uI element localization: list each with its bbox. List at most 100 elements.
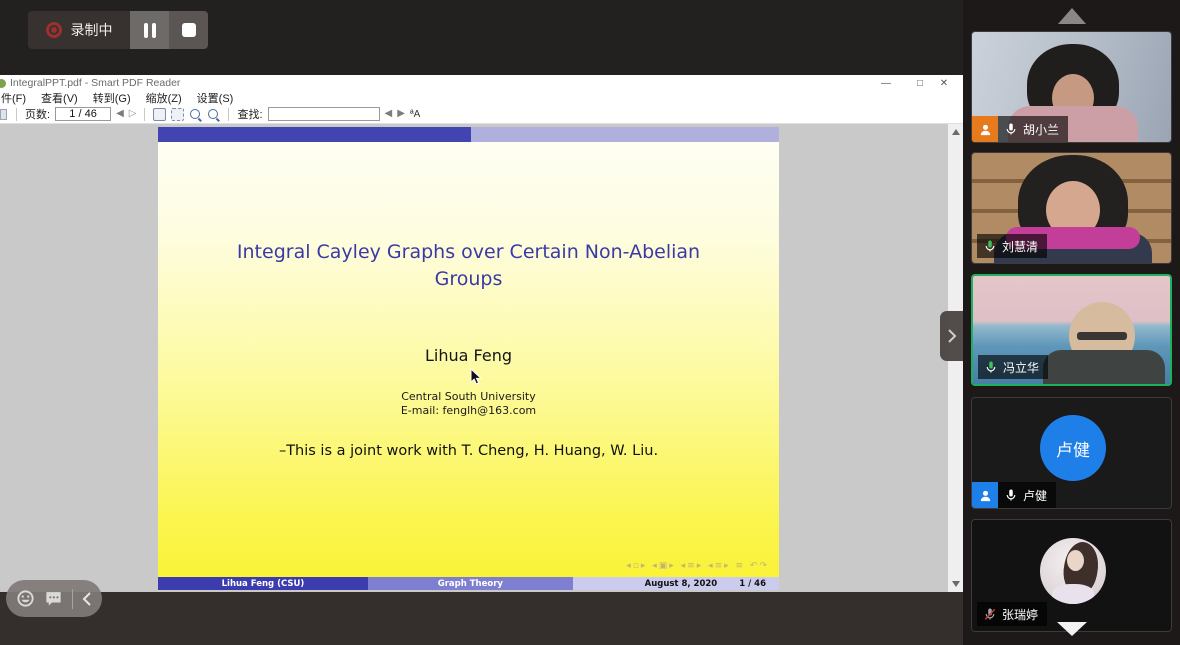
pdf-content-area: Integral Cayley Graphs over Certain Non-… — [0, 124, 963, 592]
participant-name: 张瑞婷 — [1002, 606, 1038, 623]
slide-footer-page: 1 / 46 — [739, 579, 766, 589]
chat-icon[interactable] — [44, 589, 63, 608]
pdf-reader-window: IntegralPPT.pdf - Smart PDF Reader — □ ✕… — [0, 75, 963, 592]
previous-page-icon[interactable]: ◀ — [116, 109, 124, 119]
participant-nameplate: 胡小兰 — [972, 116, 1068, 142]
scroll-up-icon[interactable] — [952, 129, 960, 135]
slide-email: E-mail: fenglh@163.com — [158, 404, 779, 417]
pill-divider — [72, 589, 73, 609]
app-icon — [0, 79, 6, 88]
pdf-toolbar: 页数: ◀ ▷ 查找: ◀ ▶ ªA — [0, 105, 963, 124]
mouse-cursor — [470, 368, 483, 386]
participant-nameplate: 张瑞婷 — [977, 602, 1047, 626]
find-previous-icon[interactable]: ◀ — [385, 109, 393, 119]
menu-file[interactable]: 件(F) — [1, 90, 26, 106]
meeting-app-window: 录制中 IntegralPPT.pdf - Smart PDF Reader —… — [0, 0, 1180, 645]
mic-muted-icon — [983, 607, 997, 621]
participants-sidebar: 胡小兰 刘慧清 — [963, 0, 1180, 645]
match-case-icon[interactable]: ªA — [410, 109, 420, 120]
toolbar-separator — [228, 108, 229, 121]
zoom-out-icon[interactable] — [189, 108, 202, 121]
participant-name: 刘慧清 — [1002, 238, 1038, 255]
pause-icon — [144, 23, 156, 38]
pdf-window-title: IntegralPPT.pdf - Smart PDF Reader — [10, 77, 180, 89]
slide-header-right-segment — [471, 127, 779, 142]
scroll-participants-down-icon[interactable] — [1057, 622, 1087, 636]
host-badge-icon — [972, 116, 998, 142]
slide-title-line1: Integral Cayley Graphs over Certain Non-… — [158, 239, 779, 266]
page-count-label: 页数: — [25, 106, 50, 122]
clipped-toolbar-icon[interactable] — [0, 109, 7, 120]
beamer-navigation-symbols[interactable]: ◂▫▸ ◂▣▸ ◂≡▸ ◂≡▸ ≡ ↶↷ — [626, 561, 769, 571]
recording-status-label: 录制中 — [71, 20, 113, 40]
mic-icon — [1004, 122, 1018, 136]
avatar-face — [1067, 550, 1084, 571]
participant-nameplate: 冯立华 — [978, 355, 1048, 379]
user-badge-icon — [972, 482, 998, 508]
find-input[interactable] — [268, 107, 380, 121]
find-next-icon[interactable]: ▶ — [397, 109, 405, 119]
chevron-right-icon — [946, 328, 958, 344]
find-label: 查找: — [237, 106, 262, 122]
record-icon — [46, 22, 62, 38]
avatar: 卢健 — [1040, 415, 1106, 481]
collapse-pill-icon[interactable] — [82, 591, 92, 607]
pdf-titlebar[interactable]: IntegralPPT.pdf - Smart PDF Reader — □ ✕ — [0, 75, 963, 91]
scroll-down-icon[interactable] — [952, 581, 960, 587]
menu-zoom[interactable]: 缩放(Z) — [146, 90, 182, 106]
mic-active-icon — [983, 239, 997, 253]
menu-settings[interactable]: 设置(S) — [197, 90, 234, 106]
participant-name: 冯立华 — [1003, 359, 1039, 376]
mic-icon — [1004, 488, 1018, 502]
page-number-input[interactable] — [55, 107, 111, 121]
avatar-dress — [1052, 584, 1094, 604]
participant-nameplate: 刘慧清 — [977, 234, 1047, 258]
participant-tile-2[interactable]: 刘慧清 — [971, 152, 1172, 264]
slide-title: Integral Cayley Graphs over Certain Non-… — [158, 239, 779, 293]
menu-goto[interactable]: 转到(G) — [93, 90, 131, 106]
participant-tile-3-active-speaker[interactable]: 冯立华 — [971, 274, 1172, 386]
shared-screen-area: 录制中 IntegralPPT.pdf - Smart PDF Reader —… — [0, 0, 963, 645]
pdf-menubar: 件(F) 查看(V) 转到(G) 缩放(Z) 设置(S) — [0, 91, 963, 105]
menu-view[interactable]: 查看(V) — [41, 90, 78, 106]
participant-name: 卢健 — [1023, 487, 1047, 504]
slide-affiliation: Central South University — [158, 390, 779, 403]
slide-title-line2: Groups — [158, 266, 779, 293]
fit-width-icon[interactable] — [153, 108, 166, 121]
participant-tile-1[interactable]: 胡小兰 — [971, 31, 1172, 143]
slide-header-left-segment — [158, 127, 471, 142]
participant-tile-5[interactable]: 张瑞婷 — [971, 519, 1172, 632]
sidebar-collapse-handle[interactable] — [940, 311, 963, 361]
participant-nameplate: 卢健 — [972, 482, 1056, 508]
emoji-icon[interactable] — [16, 589, 35, 608]
stop-icon — [182, 23, 196, 37]
slide-author: Lihua Feng — [158, 346, 779, 365]
recording-controls: 录制中 — [28, 11, 208, 49]
slide-footer-bar: Lihua Feng (CSU) Graph Theory August 8, … — [158, 577, 779, 590]
minimize-button[interactable]: — — [871, 75, 901, 91]
recording-indicator: 录制中 — [28, 11, 130, 49]
participant-name: 胡小兰 — [1023, 121, 1059, 138]
avatar-photo — [1040, 538, 1106, 604]
stop-recording-button[interactable] — [169, 11, 208, 49]
slide-header-bar — [158, 127, 779, 142]
slide-footer-right: August 8, 2020 1 / 46 — [573, 577, 779, 590]
pause-recording-button[interactable] — [130, 11, 169, 49]
fit-page-icon[interactable] — [171, 108, 184, 121]
toolbar-separator — [16, 108, 17, 121]
reaction-toolbar — [6, 580, 102, 617]
slide-page: Integral Cayley Graphs over Certain Non-… — [158, 127, 779, 590]
mic-active-icon — [984, 360, 998, 374]
scroll-participants-up-icon[interactable] — [1058, 8, 1086, 24]
next-page-icon[interactable]: ▷ — [129, 109, 137, 119]
slide-footer-topic: Graph Theory — [368, 577, 573, 590]
slide-footer-author: Lihua Feng (CSU) — [158, 577, 368, 590]
zoom-in-icon[interactable] — [207, 108, 220, 121]
close-button[interactable]: ✕ — [929, 75, 959, 91]
silhouette-glasses — [1077, 332, 1127, 340]
slide-joint-work: –This is a joint work with T. Cheng, H. … — [158, 443, 779, 459]
slide-footer-date: August 8, 2020 — [645, 579, 718, 589]
participant-tile-4[interactable]: 卢健 卢健 — [971, 397, 1172, 509]
toolbar-separator — [144, 108, 145, 121]
silhouette-body — [1043, 350, 1165, 384]
